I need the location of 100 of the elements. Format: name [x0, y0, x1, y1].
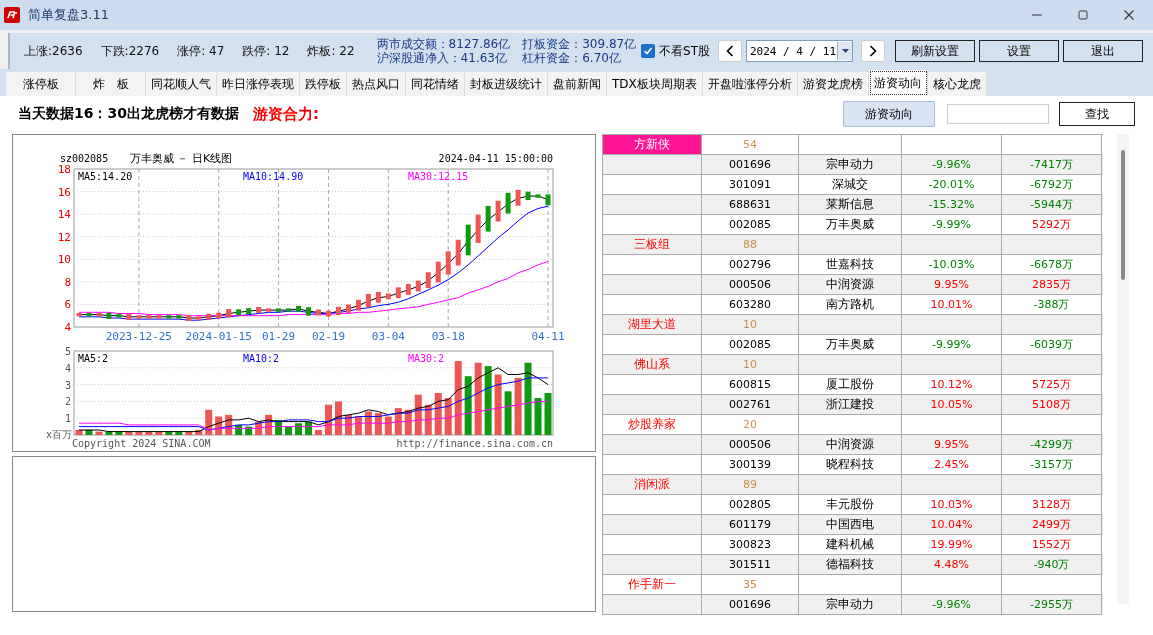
- toolbar-button[interactable]: 刷新设置: [895, 40, 975, 62]
- candlestick: [485, 205, 491, 232]
- toolbar-button[interactable]: 设置: [979, 40, 1059, 62]
- table-cell[interactable]: 方新侠: [603, 135, 702, 155]
- st-checkbox[interactable]: 不看ST股: [641, 42, 710, 60]
- table-cell: 001696: [702, 595, 799, 615]
- checkbox-icon[interactable]: [641, 44, 656, 58]
- candlestick: [515, 189, 521, 206]
- candlestick: [385, 293, 391, 300]
- candlestick: [505, 192, 511, 214]
- ma-label: MA5:14.20: [78, 171, 133, 182]
- tab[interactable]: 热点风口: [347, 72, 406, 96]
- candlestick: [455, 239, 461, 266]
- date-picker[interactable]: 2024 / 4 / 11: [746, 40, 853, 62]
- ma-label: MA30:12.15: [408, 171, 469, 182]
- notice-text: 当天数据16：30出龙虎榜才有数据: [18, 105, 239, 123]
- window-title: 简单复盘3.11: [28, 6, 109, 24]
- tab[interactable]: 跌停板: [300, 72, 347, 96]
- axis-label: 03-04: [371, 330, 405, 343]
- capital-stat: 杠杆资金：6.70亿: [522, 51, 622, 65]
- section-title: 游资合力:: [252, 104, 319, 124]
- action-button[interactable]: 游资动向: [843, 101, 935, 127]
- dropdown-icon[interactable]: [837, 42, 852, 60]
- ma-label: MA10:2: [243, 353, 280, 364]
- tab[interactable]: 同花情绪: [406, 72, 465, 96]
- market-stat: 跌停: 12: [242, 42, 290, 60]
- market-stat: 涨停: 47: [177, 42, 225, 60]
- candlestick: [545, 194, 551, 206]
- volume-unit: x百万: [45, 429, 72, 440]
- table-cell: -2955万: [1002, 595, 1102, 615]
- search-button[interactable]: 查找: [1059, 102, 1135, 126]
- tab[interactable]: 开盘啦涨停分析: [702, 72, 798, 96]
- candlestick: [465, 224, 471, 256]
- tab[interactable]: 游资龙虎榜: [797, 72, 869, 96]
- axis-label: 4: [64, 321, 71, 334]
- axis-label: 04-11: [531, 330, 565, 343]
- next-button[interactable]: [861, 40, 885, 62]
- axis-label: 5: [64, 346, 71, 357]
- tab[interactable]: TDX板块周期表: [607, 72, 703, 96]
- axis-label: 03-18: [431, 330, 465, 343]
- axis-label: 01-29: [262, 330, 296, 343]
- market-stat: 上涨:2636: [24, 42, 83, 60]
- candlestick: [365, 293, 371, 308]
- axis-label: 14: [57, 208, 71, 222]
- close-icon[interactable]: [1123, 9, 1135, 21]
- copyright-text: Copyright 2024 SINA.COM: [72, 438, 211, 449]
- previous-button[interactable]: [718, 40, 742, 62]
- axis-label: 02-19: [311, 330, 346, 343]
- tab[interactable]: 封板进级统计: [465, 72, 548, 96]
- tab[interactable]: 盘前新闻: [548, 72, 607, 96]
- candlestick: [445, 251, 451, 275]
- source-url: http://finance.sina.com.cn: [396, 438, 553, 449]
- checkbox-label: 不看ST股: [659, 42, 710, 60]
- axis-label: 2024-01-15: [185, 330, 252, 343]
- table-cell: 宗申动力: [799, 595, 902, 615]
- candlestick: [435, 261, 441, 283]
- axis-label: 1: [64, 413, 71, 425]
- chevron-left-icon: [726, 45, 734, 57]
- candlestick: [425, 272, 431, 289]
- capital-stat: 两市成交额：8127.86亿: [376, 37, 511, 51]
- candlestick: [475, 214, 481, 243]
- chart-title: 万丰奥威 － 日K线图: [130, 152, 233, 165]
- scrollbar[interactable]: [1117, 134, 1129, 604]
- axis-label: 18: [57, 163, 71, 176]
- stock-code: sz002085: [60, 153, 109, 164]
- candlestick: [375, 291, 381, 303]
- tab[interactable]: 核心龙虎: [927, 72, 987, 96]
- search-field[interactable]: [947, 104, 1049, 124]
- tab[interactable]: 炸 板: [76, 72, 146, 96]
- axis-label: 2023-12-25: [105, 330, 172, 343]
- axis-label: 8: [64, 275, 71, 289]
- axis-label: 4: [64, 362, 71, 374]
- chart-timestamp: 2024-04-11 15:00:00: [438, 153, 553, 164]
- table-cell: -9.96%: [902, 595, 1002, 615]
- axis-label: 2: [64, 396, 71, 408]
- ma-label: MA30:2: [408, 353, 445, 364]
- capital-stat: 打板资金：309.87亿: [522, 37, 637, 51]
- candlestick: [395, 287, 401, 299]
- axis-label: 12: [57, 230, 71, 244]
- toolbar-button[interactable]: 退出: [1063, 40, 1143, 62]
- market-stat: 下跌:2276: [100, 42, 160, 60]
- candlestick: [495, 200, 501, 222]
- axis-label: 16: [57, 185, 71, 199]
- maximize-icon[interactable]: [1077, 9, 1089, 21]
- capital-stat: 沪深股通净入：41.63亿: [376, 51, 508, 65]
- candlestick: [405, 284, 411, 295]
- axis-label: 10: [57, 253, 71, 267]
- scrollbar-thumb[interactable]: [1121, 150, 1125, 280]
- ma-label: MA5:2: [78, 353, 109, 364]
- candlestick: [415, 280, 421, 292]
- tab[interactable]: 同花顺人气: [146, 72, 217, 96]
- tab[interactable]: 涨停板: [6, 72, 76, 96]
- ma-label: MA10:14.90: [243, 171, 304, 182]
- tab[interactable]: 昨日涨停表现: [217, 72, 300, 96]
- candlestick: [355, 299, 361, 311]
- market-stat: 炸板: 22: [307, 42, 355, 60]
- chevron-right-icon: [869, 45, 877, 57]
- tab[interactable]: 游资动向: [868, 70, 928, 96]
- app-logo-icon: [4, 7, 20, 23]
- axis-label: 3: [64, 379, 71, 391]
